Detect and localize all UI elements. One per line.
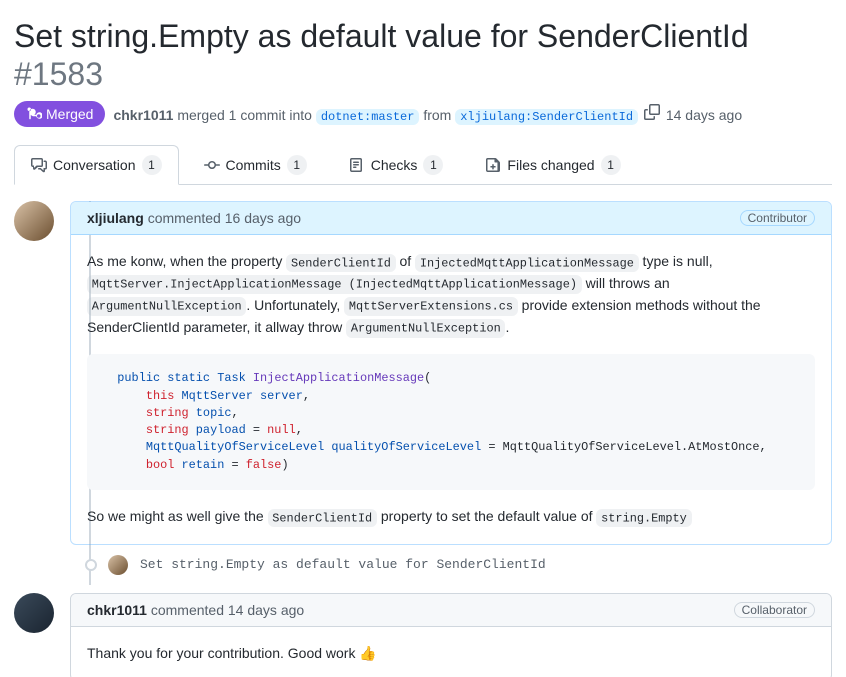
comment: chkr1011 commented 14 days ago Collabora… — [70, 593, 832, 677]
base-branch[interactable]: dotnet:master — [316, 109, 420, 125]
avatar[interactable] — [14, 201, 54, 241]
checklist-icon — [349, 157, 365, 173]
tab-commits[interactable]: Commits 1 — [187, 145, 324, 185]
tab-files-count: 1 — [601, 155, 621, 175]
merged-time: 14 days ago — [666, 107, 742, 123]
commit-message-link[interactable]: Set string.Empty as default value for Se… — [140, 557, 546, 572]
copy-branch-icon[interactable] — [644, 104, 660, 120]
comment-discussion-icon — [31, 157, 47, 173]
git-commit-icon — [83, 557, 99, 573]
role-badge: Collaborator — [734, 602, 815, 618]
tab-commits-count: 1 — [287, 155, 307, 175]
comment-body: Thank you for your contribution. Good wo… — [71, 627, 831, 677]
pr-title: Set string.Empty as default value for Se… — [14, 16, 749, 56]
state-label: Merged — [46, 106, 93, 122]
code-block: public static Task InjectApplicationMess… — [87, 354, 815, 490]
comment: xljiulang commented 16 days ago Contribu… — [70, 201, 832, 545]
file-diff-icon — [485, 157, 501, 173]
role-badge: Contributor — [740, 210, 815, 226]
comment-author-link[interactable]: chkr1011 — [87, 602, 147, 618]
merger-author-link[interactable]: chkr1011 — [113, 107, 173, 123]
tab-checks[interactable]: Checks 1 — [332, 145, 461, 185]
merge-icon — [26, 106, 42, 122]
avatar[interactable] — [108, 555, 128, 575]
thumbs-up-icon: 👍 — [359, 645, 376, 661]
tab-conversation-count: 1 — [142, 155, 162, 175]
comment-author-link[interactable]: xljiulang — [87, 210, 144, 226]
avatar[interactable] — [14, 593, 54, 633]
comment-body: As me konw, when the property SenderClie… — [71, 235, 831, 544]
head-branch[interactable]: xljiulang:SenderClientId — [455, 109, 638, 125]
commit-event: Set string.Empty as default value for Se… — [86, 545, 832, 585]
state-badge-merged: Merged — [14, 101, 105, 127]
comment-timestamp[interactable]: 14 days ago — [228, 602, 304, 618]
merge-meta: chkr1011 merged 1 commit into dotnet:mas… — [113, 104, 742, 124]
tab-checks-count: 1 — [423, 155, 443, 175]
git-commit-icon — [204, 157, 220, 173]
pr-tabs: Conversation 1 Commits 1 Checks 1 Files … — [14, 145, 832, 185]
tab-conversation[interactable]: Conversation 1 — [14, 145, 179, 185]
comment-timestamp[interactable]: 16 days ago — [225, 210, 301, 226]
tab-files-changed[interactable]: Files changed 1 — [468, 145, 637, 185]
pr-number: #1583 — [14, 56, 103, 93]
